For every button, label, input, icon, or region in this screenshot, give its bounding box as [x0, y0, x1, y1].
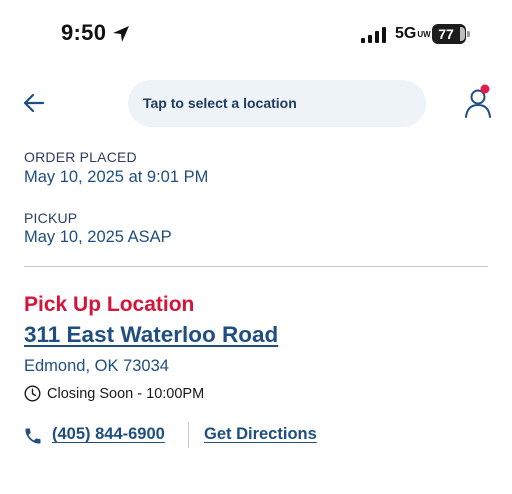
back-arrow-icon[interactable]: [20, 88, 50, 118]
profile-icon[interactable]: [462, 84, 496, 120]
order-placed-value: May 10, 2025 at 9:01 PM: [24, 168, 209, 186]
order-placed-label: ORDER PLACED: [24, 149, 137, 165]
pickup-value: May 10, 2025 ASAP: [24, 228, 172, 246]
phone-number-link[interactable]: (405) 844-6900: [52, 425, 165, 444]
phone-icon[interactable]: [23, 426, 43, 446]
divider: [24, 266, 488, 267]
status-bar: 9:50 5GUW 77: [0, 0, 512, 70]
status-time: 9:50: [61, 20, 107, 45]
location-arrow-icon: [113, 26, 129, 42]
network-type: 5GUW: [395, 25, 431, 42]
location-selector[interactable]: Tap to select a location: [128, 80, 426, 127]
store-hours: Closing Soon - 10:00PM: [47, 386, 205, 402]
location-selector-label: Tap to select a location: [143, 95, 297, 111]
battery-level: 77: [438, 26, 454, 42]
store-address-link[interactable]: 311 East Waterloo Road: [24, 322, 278, 348]
store-city: Edmond, OK 73034: [24, 357, 169, 375]
clock-icon: [24, 385, 41, 402]
pickup-label: PICKUP: [24, 210, 78, 226]
pickup-location-heading: Pick Up Location: [24, 293, 195, 316]
signal-icon: [361, 27, 386, 43]
link-separator: [188, 422, 189, 448]
battery-icon: 77: [432, 24, 470, 44]
get-directions-link[interactable]: Get Directions: [204, 425, 317, 444]
notification-badge: [480, 84, 490, 94]
